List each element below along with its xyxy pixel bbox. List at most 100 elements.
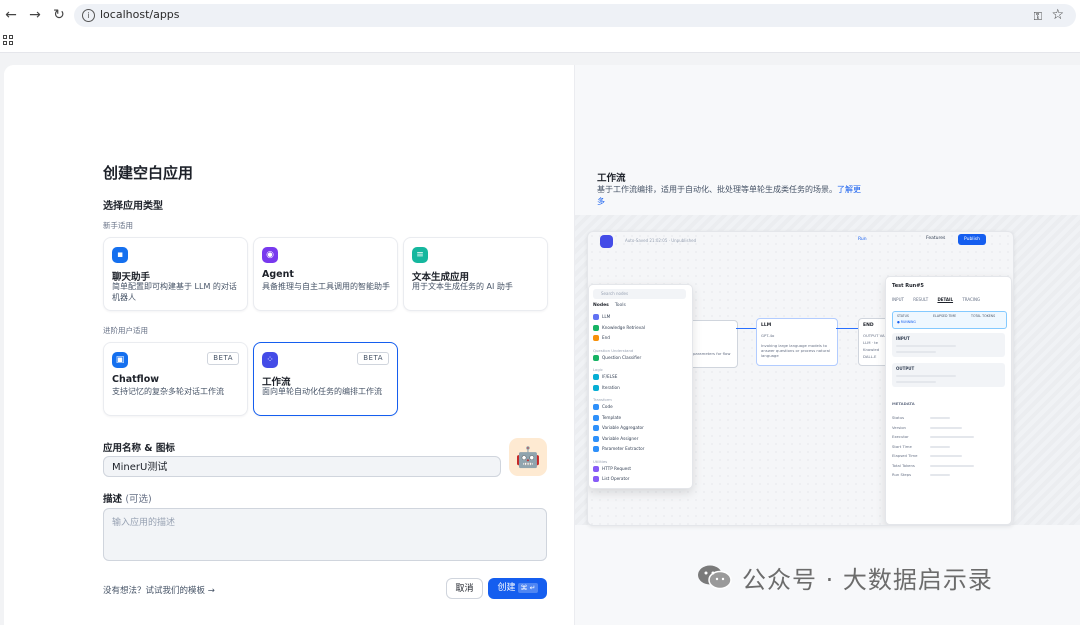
description-textarea[interactable]: 输入应用的描述 xyxy=(103,508,547,561)
key-icon[interactable]: ⚿ xyxy=(1034,10,1042,24)
metadata-row-value xyxy=(930,474,950,476)
node-type-icon xyxy=(593,446,599,452)
try-templates-link[interactable]: 没有想法？试试我们的模板 → xyxy=(103,584,215,596)
card-agent[interactable]: ◉ Agent 具备推理与自主工具调用的智能助手 xyxy=(253,237,398,311)
metadata-row-label: Executor xyxy=(892,434,909,439)
beta-badge: BETA xyxy=(357,352,389,365)
shortcut-hint: ⌘ ↵ xyxy=(518,583,538,593)
chat-bubble-icon: ▪ xyxy=(112,247,128,263)
card-desc: 面向单轮自动化任务的编排工作流 xyxy=(262,387,382,396)
card-chatflow[interactable]: ▣ BETA Chatflow 支持记忆的复杂多轮对话工作流 xyxy=(103,342,248,416)
text-generate-icon: ≡ xyxy=(412,247,428,263)
metadata-row-label: Elapsed Time xyxy=(892,453,918,458)
run-label: Run xyxy=(858,237,867,242)
app-name-input[interactable]: MinerU测试 xyxy=(103,456,501,477)
tab-nodes: Nodes xyxy=(593,303,609,308)
site-info-icon[interactable]: i xyxy=(82,9,95,22)
create-label: 创建 xyxy=(497,583,516,593)
node-title: END xyxy=(863,323,874,328)
palette-node-item: Variable Aggregator xyxy=(593,425,644,431)
tokens-label: TOTAL TOKENS xyxy=(971,314,996,318)
preview-desc-text: 基于工作流编排，适用于自动化、批处理等单轮生成类任务的场景。 xyxy=(597,185,837,194)
preview-pane: 工作流 基于工作流编排，适用于自动化、批处理等单轮生成类任务的场景。了解更多 A… xyxy=(574,65,1080,625)
node-type-icon xyxy=(593,335,599,341)
tab-tools: Tools xyxy=(614,303,626,308)
card-name: Agent xyxy=(262,269,294,280)
run-controls: Run xyxy=(858,235,928,245)
test-run-tabs: INPUT RESULT DETAIL TRACING xyxy=(892,297,988,302)
bookmark-star-icon[interactable]: ☆ xyxy=(1051,7,1064,23)
card-workflow[interactable]: ⁘ BETA 工作流 面向单轮自动化任务的编排工作流 xyxy=(253,342,398,416)
metadata-label: METADATA xyxy=(892,401,915,406)
cancel-button[interactable]: 取消 xyxy=(446,578,483,599)
palette-group-label: Utilities xyxy=(593,458,608,464)
tab-input: INPUT xyxy=(892,297,904,302)
palette-group-label: Transform xyxy=(593,397,612,402)
elapsed-label: ELAPSED TIME xyxy=(933,314,957,318)
palette-group-label: Question Understand xyxy=(593,347,634,353)
node-palette: Search nodes Nodes Tools LLM Knowledge Ret… xyxy=(588,284,693,489)
metadata-row-value xyxy=(930,464,974,467)
bookmarks-bar xyxy=(0,30,1080,53)
apps-grid-icon[interactable] xyxy=(3,35,13,45)
create-form-pane: 创建空白应用 选择应用类型 新手适用 ▪ 聊天助手 简单配置即可构建基于 LLM… xyxy=(4,65,574,625)
publish-button: Publish xyxy=(958,234,986,245)
autosave-text: Auto-Saved 21:02:05 · Unpublished xyxy=(625,238,697,243)
tab-tracing: TRACING xyxy=(962,297,981,302)
palette-node-item: Variable Assigner xyxy=(593,435,638,442)
forward-icon[interactable]: → xyxy=(27,7,43,23)
input-label: INPUT xyxy=(896,336,910,341)
advanced-label: 进阶用户适用 xyxy=(103,326,148,335)
card-chat-assistant[interactable]: ▪ 聊天助手 简单配置即可构建基于 LLM 的对话机器人 xyxy=(103,237,248,311)
robot-icon: ◉ xyxy=(262,247,278,263)
app-icon-picker[interactable]: 🤖 xyxy=(509,438,547,476)
card-desc: 用于文本生成任务的 AI 助手 xyxy=(412,282,513,291)
palette-node-item: End xyxy=(593,335,610,341)
node-type-icon xyxy=(593,414,599,421)
url-text: localhost/apps xyxy=(100,8,180,21)
watermark-text: 公众号 · 大数据启示录 xyxy=(742,566,993,594)
card-desc: 具备推理与自主工具调用的智能助手 xyxy=(262,282,390,291)
chatflow-icon: ▣ xyxy=(112,352,128,368)
start-node: parameters for flow xyxy=(688,320,738,368)
create-button[interactable]: 创建 ⌘ ↵ xyxy=(488,578,547,599)
node-type-icon xyxy=(593,465,599,472)
reload-icon[interactable]: ↻ xyxy=(51,7,67,23)
node-type-icon xyxy=(593,476,599,482)
wechat-logo-icon xyxy=(698,565,732,590)
preview-frame: Auto-Saved 21:02:05 · Unpublished Run Fe… xyxy=(575,215,1080,526)
modal-title: 创建空白应用 xyxy=(103,164,194,182)
features-label: Features xyxy=(926,236,946,241)
node-type-icon xyxy=(593,404,599,410)
back-icon[interactable]: ← xyxy=(3,7,19,23)
palette-node-item: IF/ELSE xyxy=(593,374,617,380)
description-label-text: 描述 xyxy=(103,494,123,505)
card-text-generator[interactable]: ≡ 文本生成应用 用于文本生成任务的 AI 助手 xyxy=(403,237,548,311)
palette-group-label: Logic xyxy=(593,367,603,372)
output-label: OUTPUT xyxy=(896,366,915,371)
palette-node-item: Template xyxy=(593,414,621,421)
workflow-screenshot: Auto-Saved 21:02:05 · Unpublished Run Fe… xyxy=(587,231,1014,526)
app-name-label: 应用名称 & 图标 xyxy=(103,443,175,454)
node-desc: Invoking large language models to answer… xyxy=(761,343,830,358)
status-label: STATUS xyxy=(897,314,909,318)
search-nodes-input: Search nodes xyxy=(593,289,686,299)
node-type-icon xyxy=(593,314,599,320)
metadata-row-label: Total Tokens xyxy=(892,462,915,468)
browser-toolbar: ← → ↻ i localhost/apps ⚿ ☆ xyxy=(0,0,1080,30)
metadata-row-value xyxy=(930,426,962,429)
app-type-label: 选择应用类型 xyxy=(103,201,163,212)
palette-node-item: Code xyxy=(593,404,613,410)
test-run-panel: Test Run#5 INPUT RESULT DETAIL TRACING S… xyxy=(885,276,1012,525)
node-model: GPT-4o xyxy=(761,333,775,338)
address-bar[interactable]: i localhost/apps ⚿ ☆ xyxy=(74,4,1076,27)
node-desc: parameters for flow xyxy=(693,351,731,356)
status-value: ● RUNNING xyxy=(897,320,916,324)
beginner-label: 新手适用 xyxy=(103,221,133,230)
node-title: LLM xyxy=(761,323,772,328)
palette-tabs: Nodes Tools xyxy=(593,303,626,308)
palette-node-item: Parameter Extractor xyxy=(593,446,644,452)
beta-badge: BETA xyxy=(207,352,239,365)
end-output: Knowled xyxy=(863,347,880,352)
node-type-icon xyxy=(593,435,599,442)
